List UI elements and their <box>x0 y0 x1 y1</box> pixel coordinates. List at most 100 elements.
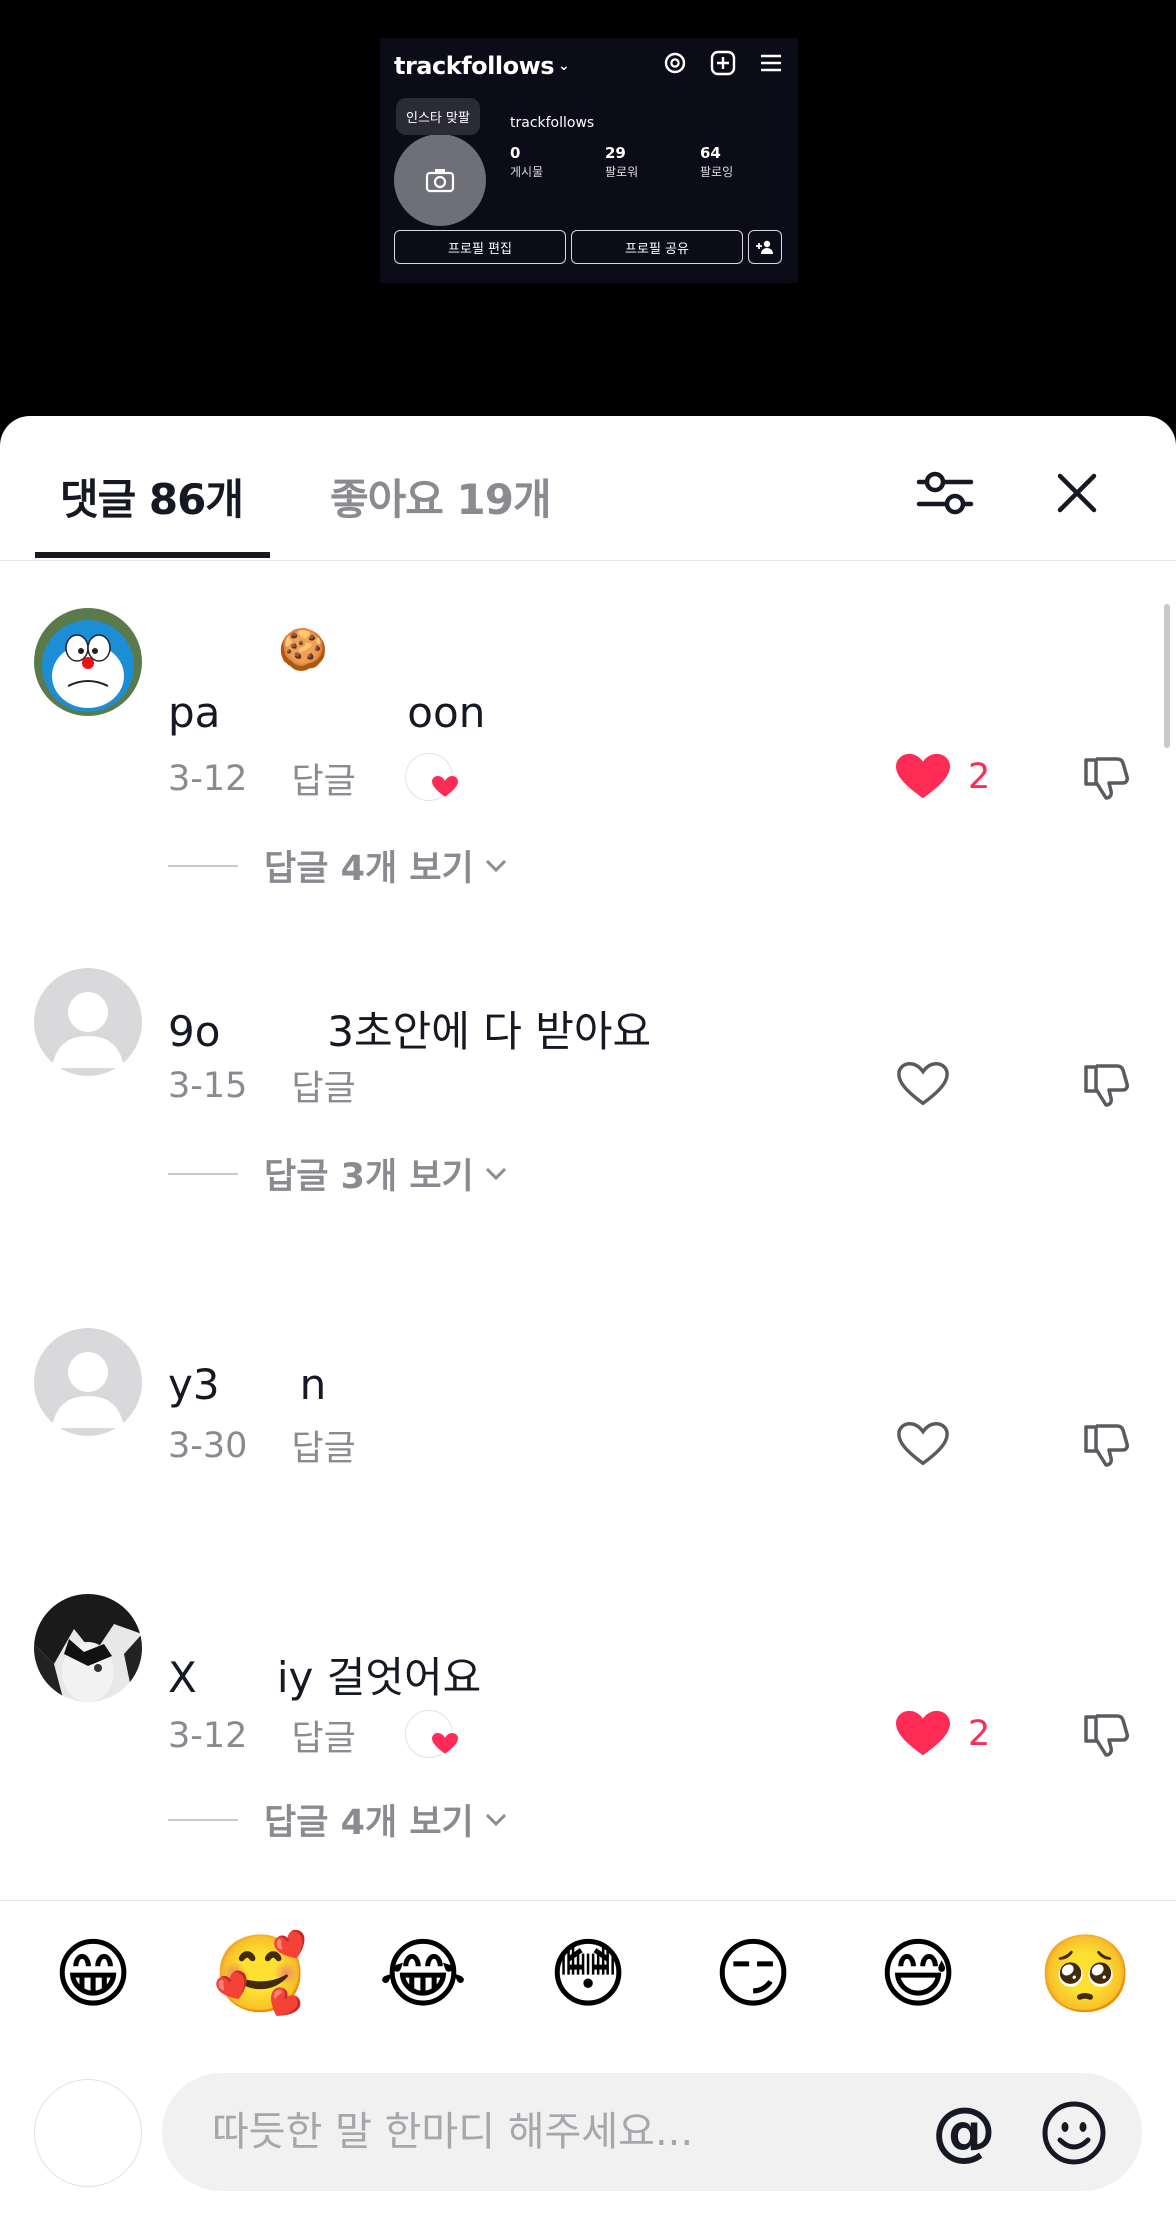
add-post-icon <box>710 50 736 76</box>
dislike-button[interactable] <box>1080 1709 1132 1765</box>
comment-meta: 3-12 답글 <box>168 1710 356 1761</box>
heart-outline-icon <box>897 1062 949 1106</box>
reply-button[interactable]: 답글 <box>291 1060 355 1111</box>
comment-composer: 😁 🥰 😂 😳 😏 😅 🥺 @ <box>0 1900 1176 2223</box>
heart-filled-icon <box>896 1710 950 1756</box>
comment-meta: 3-15 답글 <box>168 1060 356 1111</box>
like-button[interactable] <box>896 1420 950 1468</box>
comment-text: y3 n <box>168 1360 327 1409</box>
thumbs-down-icon <box>1084 757 1129 800</box>
thumbs-down-icon <box>1084 1064 1129 1107</box>
preview-avatar <box>394 134 486 226</box>
preview-toolbar <box>662 50 784 76</box>
comment-input-container[interactable]: @ <box>162 2073 1142 2191</box>
replies-divider <box>168 864 238 867</box>
emoji-sweat-smile-button[interactable]: 😅 <box>873 1929 963 2019</box>
comment-date: 3-12 <box>168 758 248 799</box>
filter-button[interactable] <box>910 458 980 528</box>
avatar[interactable] <box>34 608 142 716</box>
avatar[interactable] <box>34 1594 142 1702</box>
preview-handle: trackfollows <box>510 115 595 131</box>
emoji-flushed-button[interactable]: 😳 <box>543 1929 633 2019</box>
comment-date: 3-12 <box>168 1715 248 1756</box>
preview-buttons: 프로필 편집 프로필 공유 <box>394 230 782 264</box>
preview-stat-posts: 0 게시물 <box>510 144 544 179</box>
emoji-picker-button[interactable] <box>1036 2095 1112 2171</box>
preview-stats: 0 게시물 29 팔로워 64 팔로잉 <box>510 144 795 180</box>
close-button[interactable] <box>1042 458 1112 528</box>
dislike-button[interactable] <box>1080 1419 1132 1475</box>
like-count: 2 <box>968 757 991 797</box>
chevron-down-icon <box>485 1167 506 1180</box>
dislike-button[interactable] <box>1080 752 1132 808</box>
comment-text: X iy 걸엇어요 <box>168 1653 482 1702</box>
comment-text: 9o 3초안에 다 받아요 <box>168 1007 652 1056</box>
creator-liked-badge <box>405 1710 459 1762</box>
smiley-icon <box>1042 2101 1106 2165</box>
avatar[interactable] <box>34 1328 142 1436</box>
avatar[interactable] <box>34 968 142 1076</box>
emoji-grin-button[interactable]: 😁 <box>48 1929 138 2019</box>
anime-avatar-image <box>34 1594 142 1702</box>
default-avatar-icon <box>52 1352 124 1428</box>
replies-divider <box>168 1172 238 1175</box>
emoji-smiling-hearts-button[interactable]: 🥰 <box>213 1929 308 2019</box>
heart-icon <box>431 1732 459 1756</box>
tab-comments[interactable]: 댓글 86개 <box>60 466 244 527</box>
view-replies-button[interactable]: 답글 4개 보기 <box>168 840 508 891</box>
like-count: 2 <box>968 1714 991 1754</box>
comment-date: 3-15 <box>168 1065 248 1106</box>
badge-cookie: 🍪 <box>278 627 328 673</box>
replies-divider <box>168 1818 238 1821</box>
thumbs-down-icon <box>1084 1714 1129 1757</box>
default-avatar-icon <box>52 992 124 1068</box>
comment-meta: 3-30 답글 <box>168 1420 356 1471</box>
dislike-button[interactable] <box>1080 1059 1132 1115</box>
doraemon-avatar-image <box>34 608 142 716</box>
preview-tooltip: 인스타 맞팔 <box>396 98 480 135</box>
close-icon <box>1057 473 1097 513</box>
scrollbar[interactable] <box>1164 604 1170 748</box>
view-replies-button[interactable]: 답글 3개 보기 <box>168 1148 508 1199</box>
my-avatar[interactable] <box>34 2079 142 2187</box>
chevron-down-icon <box>485 859 506 872</box>
comment-text: pa oon <box>168 688 486 737</box>
emoji-joy-button[interactable]: 😂 <box>378 1929 468 2019</box>
heart-outline-icon <box>897 1422 949 1466</box>
heart-filled-icon <box>896 753 950 799</box>
preview-username: trackfollows ⌄ <box>394 52 570 80</box>
chevron-down-icon <box>485 1813 506 1826</box>
reply-button[interactable]: 답글 <box>291 1420 355 1471</box>
view-replies-button[interactable]: 답글 4개 보기 <box>168 1794 508 1845</box>
comments-sheet: 댓글 86개 좋아요 19개 🍪 pa oon 3-12 답글 2 답글 4개 … <box>0 416 1176 2223</box>
emoji-smirk-button[interactable]: 😏 <box>708 1929 798 2019</box>
thumbs-down-icon <box>1084 1424 1129 1467</box>
heart-icon <box>431 775 459 799</box>
like-button[interactable]: 2 <box>896 1710 990 1758</box>
threads-icon <box>664 52 686 74</box>
mention-button[interactable]: @ <box>926 2095 1002 2171</box>
video-preview[interactable]: trackfollows ⌄ 인스타 맞팔 trackfollows 0 게시물 2… <box>380 38 798 283</box>
quick-emoji-bar: 😁 🥰 😂 😳 😏 😅 🥺 <box>0 1929 1176 2029</box>
tab-likes[interactable]: 좋아요 19개 <box>330 466 552 527</box>
reply-button[interactable]: 답글 <box>291 1710 355 1761</box>
reply-button[interactable]: 답글 <box>291 753 355 804</box>
comment-meta: 3-12 답글 <box>168 753 356 804</box>
chevron-down-icon: ⌄ <box>558 58 570 74</box>
preview-share-profile-button: 프로필 공유 <box>571 230 743 264</box>
preview-edit-profile-button: 프로필 편집 <box>394 230 566 264</box>
creator-liked-badge <box>405 753 459 805</box>
camera-icon <box>425 169 455 193</box>
comment-date: 3-30 <box>168 1425 248 1466</box>
sliders-icon <box>916 471 974 515</box>
comment-input[interactable] <box>212 2109 852 2155</box>
emoji-pleading-button[interactable]: 🥺 <box>1038 1929 1133 2019</box>
active-tab-indicator <box>35 552 270 558</box>
like-button[interactable] <box>896 1060 950 1108</box>
preview-stat-followers: 29 팔로워 <box>605 144 639 179</box>
add-person-icon <box>748 230 782 264</box>
comments-tabs: 댓글 86개 좋아요 19개 <box>0 416 1176 561</box>
preview-stat-following: 64 팔로잉 <box>700 144 734 179</box>
like-button[interactable]: 2 <box>896 753 990 801</box>
menu-icon <box>761 54 781 72</box>
